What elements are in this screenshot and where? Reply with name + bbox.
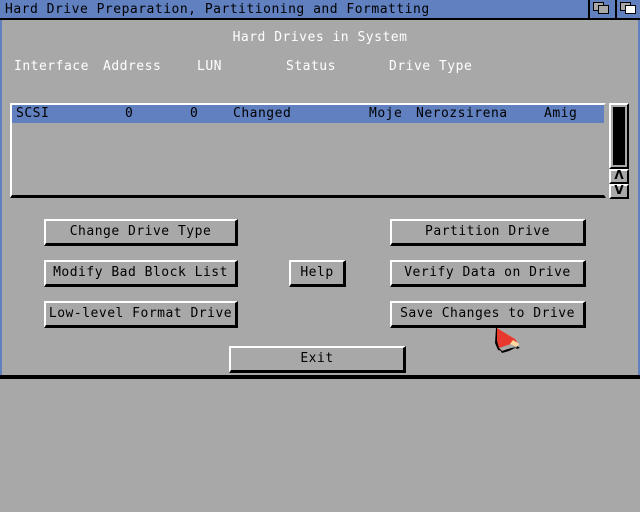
partition-drive-button[interactable]: Partition Drive	[390, 219, 586, 246]
scroll-down-glyph: V	[614, 183, 624, 197]
help-label: Help	[300, 265, 334, 280]
front-back-icon[interactable]	[615, 0, 640, 18]
page-title: Hard Drives in System	[232, 30, 408, 45]
column-header-drive-type: Drive Type	[389, 59, 473, 74]
drive-list-scrollbar[interactable]: Λ V	[608, 103, 630, 199]
scrollbar-track[interactable]	[609, 103, 629, 169]
cell-lun: 0	[190, 106, 199, 121]
list-column-headers: Interface Address LUN Status Drive Type	[0, 59, 640, 77]
front-gadget-glyph	[620, 2, 637, 15]
cell-status: Changed	[233, 106, 292, 121]
change-drive-type-button[interactable]: Change Drive Type	[44, 219, 238, 246]
column-header-lun: LUN	[197, 59, 222, 74]
modify-bad-block-list-label: Modify Bad Block List	[53, 265, 228, 280]
table-row[interactable]: SCSI 0 0 Changed Moje Nerozsirena Amig	[12, 105, 604, 123]
cell-address: 0	[125, 106, 134, 121]
drive-list[interactable]: SCSI 0 0 Changed Moje Nerozsirena Amig	[10, 103, 606, 198]
depth-arrange-icon[interactable]	[588, 0, 613, 18]
window-titlebar[interactable]: Hard Drive Preparation, Partitioning and…	[0, 0, 640, 20]
scroll-up-glyph: Λ	[614, 168, 624, 182]
change-drive-type-label: Change Drive Type	[69, 224, 212, 239]
window-border-bottom	[0, 375, 640, 379]
window-title: Hard Drive Preparation, Partitioning and…	[5, 2, 430, 17]
scroll-down-arrow-icon[interactable]: V	[609, 184, 629, 199]
column-header-interface: Interface	[14, 59, 89, 74]
column-header-status: Status	[286, 59, 336, 74]
cell-extra: Amig	[544, 106, 578, 121]
cell-model: Moje	[369, 106, 403, 121]
low-level-format-drive-button[interactable]: Low-level Format Drive	[44, 301, 238, 328]
partition-drive-label: Partition Drive	[425, 224, 550, 239]
save-changes-to-drive-label: Save Changes to Drive	[400, 306, 575, 321]
depth-gadget-glyph	[593, 2, 610, 15]
column-header-address: Address	[103, 59, 162, 74]
scroll-up-arrow-icon[interactable]: Λ	[609, 169, 629, 184]
cell-drive-type: Nerozsirena	[416, 106, 508, 121]
window-body: Hard Drives in System Interface Address …	[0, 20, 640, 379]
scrollbar-knob[interactable]	[613, 107, 625, 165]
cell-interface: SCSI	[16, 106, 50, 121]
low-level-format-drive-label: Low-level Format Drive	[48, 306, 233, 321]
save-changes-to-drive-button[interactable]: Save Changes to Drive	[390, 301, 586, 328]
verify-data-on-drive-label: Verify Data on Drive	[404, 265, 571, 280]
help-button[interactable]: Help	[289, 260, 346, 287]
workbench-backdrop: Hard Drive Preparation, Partitioning and…	[0, 0, 640, 512]
hdtoolbox-window: Hard Drive Preparation, Partitioning and…	[0, 0, 640, 379]
exit-button[interactable]: Exit	[229, 346, 406, 373]
modify-bad-block-list-button[interactable]: Modify Bad Block List	[44, 260, 238, 287]
verify-data-on-drive-button[interactable]: Verify Data on Drive	[390, 260, 586, 287]
exit-label: Exit	[300, 351, 334, 366]
